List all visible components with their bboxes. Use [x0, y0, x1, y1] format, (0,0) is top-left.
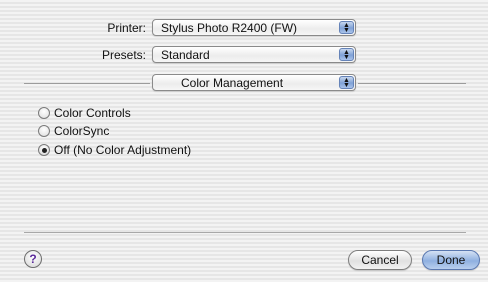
- radio-dot-icon: [41, 147, 47, 153]
- updown-arrows-icon: ▲ ▼: [339, 21, 354, 34]
- radio-label: Off (No Color Adjustment): [54, 143, 192, 157]
- printer-popup-value: Stylus Photo R2400 (FW): [161, 21, 298, 35]
- bottom-separator: [24, 232, 466, 233]
- printer-popup[interactable]: Stylus Photo R2400 (FW) ▲ ▼: [152, 19, 356, 36]
- printer-label: Printer:: [107, 21, 146, 35]
- panel-separator-right: [358, 83, 466, 84]
- presets-label: Presets:: [101, 48, 146, 62]
- presets-popup-value: Standard: [161, 48, 210, 62]
- done-button[interactable]: Done: [422, 250, 480, 270]
- panel-popup-value: Color Management: [181, 76, 284, 90]
- radio-color-controls[interactable]: Color Controls: [38, 105, 131, 121]
- presets-popup[interactable]: Standard ▲ ▼: [152, 46, 356, 63]
- radio-label: Color Controls: [54, 106, 131, 120]
- updown-arrows-icon: ▲ ▼: [339, 48, 354, 61]
- help-button[interactable]: ?: [24, 250, 42, 268]
- updown-arrows-icon: ▲ ▼: [339, 76, 354, 89]
- cancel-button[interactable]: Cancel: [348, 250, 412, 270]
- radio-button-icon[interactable]: [38, 125, 50, 137]
- radio-button-selected-icon[interactable]: [38, 144, 50, 156]
- panel-separator-left: [24, 83, 150, 84]
- radio-button-icon[interactable]: [38, 107, 50, 119]
- radio-off-no-color-adjustment[interactable]: Off (No Color Adjustment): [38, 142, 191, 158]
- radio-label: ColorSync: [54, 124, 110, 138]
- radio-colorsync[interactable]: ColorSync: [38, 123, 109, 139]
- panel-popup[interactable]: Color Management ▲ ▼: [152, 74, 356, 91]
